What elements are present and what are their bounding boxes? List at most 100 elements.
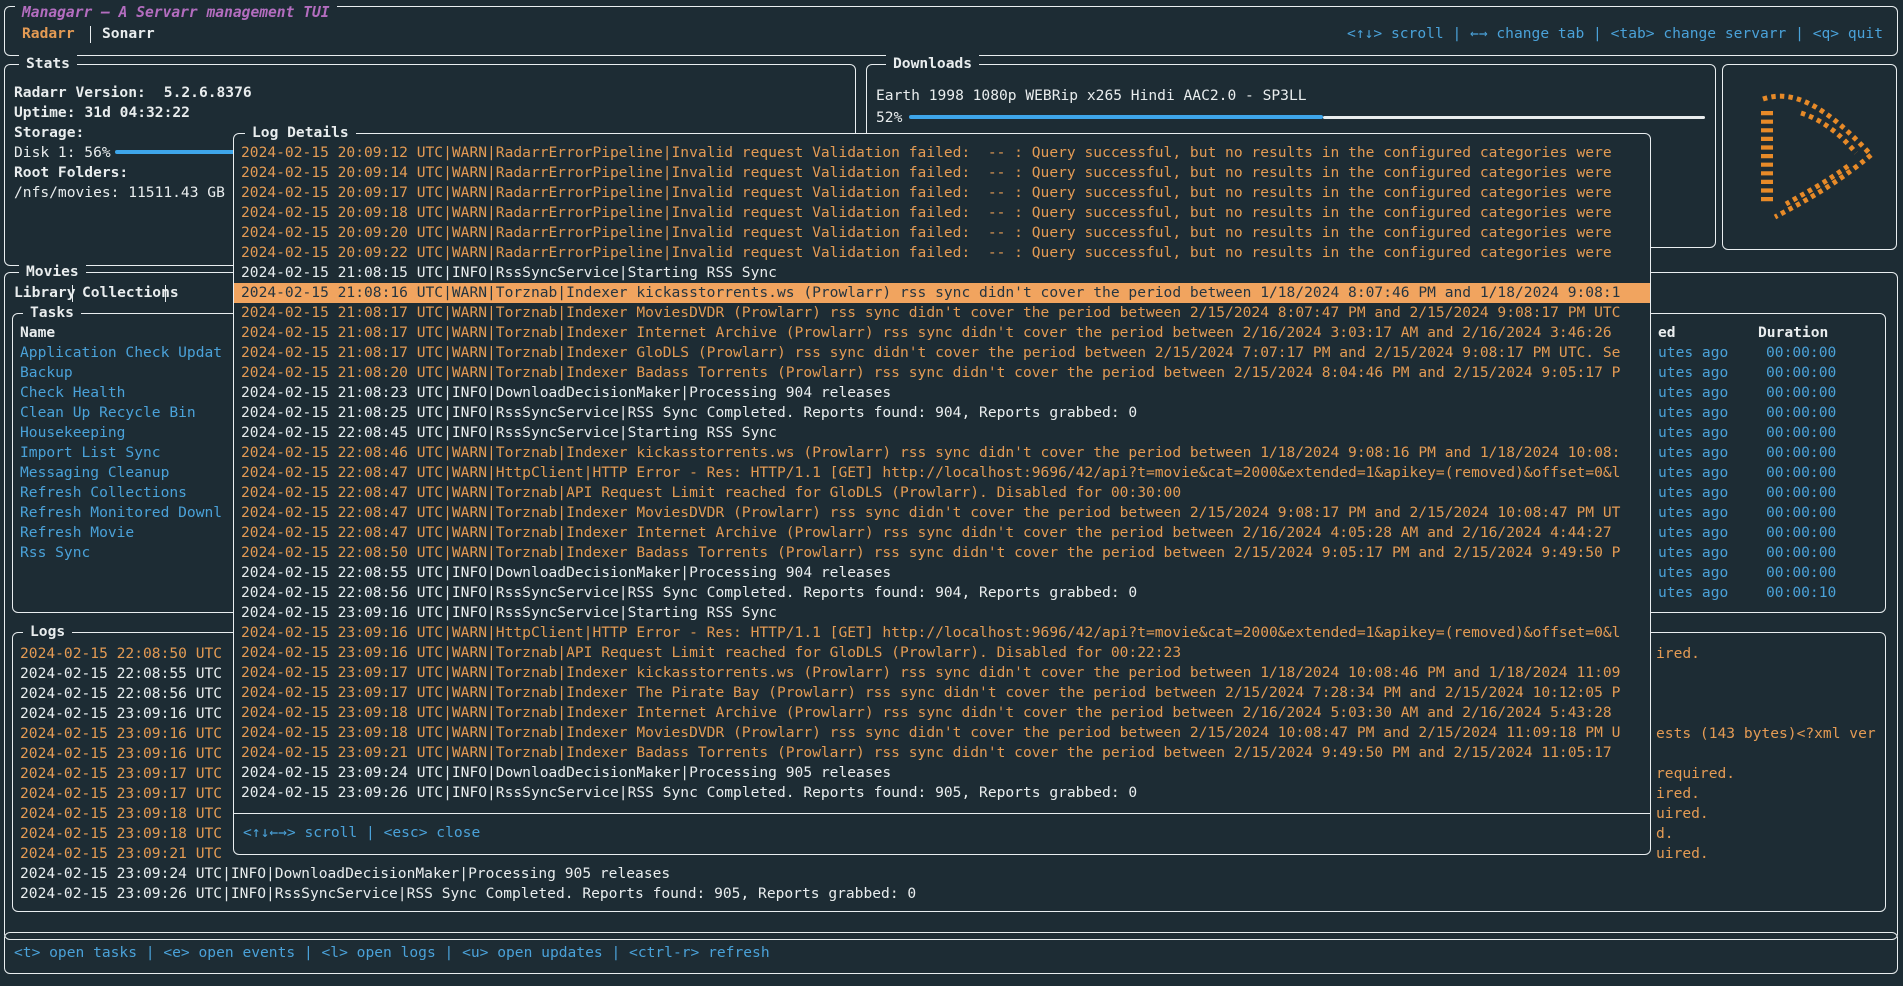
task-row-times[interactable]: utes ago00:00:00 (1658, 363, 1728, 383)
stats-version-label: Radarr Version: (14, 84, 146, 101)
log-detail-line[interactable]: 2024-02-15 21:08:17 UTC|WARN|Torznab|Ind… (241, 323, 1612, 343)
log-row[interactable]: 2024-02-15 22:08:50 UTC (20, 644, 222, 664)
tab-separator (90, 26, 91, 43)
log-row[interactable]: 2024-02-15 23:09:16 UTC (20, 744, 222, 764)
log-row[interactable]: 2024-02-15 23:09:16 UTC (20, 724, 222, 744)
task-row-times[interactable]: utes ago00:00:00 (1658, 383, 1728, 403)
tab-radarr[interactable]: Radarr (22, 24, 75, 44)
download-item-name[interactable]: Earth 1998 1080p WEBRip x265 Hindi AAC2.… (876, 86, 1307, 106)
task-row[interactable]: Refresh Movie (20, 523, 134, 543)
log-detail-line[interactable]: 2024-02-15 23:09:18 UTC|WARN|Torznab|Ind… (241, 703, 1612, 723)
log-row[interactable]: 2024-02-15 23:09:18 UTC (20, 804, 222, 824)
log-detail-line[interactable]: 2024-02-15 20:09:22 UTC|WARN|RadarrError… (241, 243, 1612, 263)
task-row-times[interactable]: utes ago00:00:00 (1658, 463, 1728, 483)
log-detail-line[interactable]: 2024-02-15 20:09:17 UTC|WARN|RadarrError… (241, 183, 1612, 203)
log-detail-line[interactable]: 2024-02-15 22:08:47 UTC|WARN|Torznab|API… (241, 483, 1181, 503)
log-detail-line[interactable]: 2024-02-15 23:09:16 UTC|INFO|RssSyncServ… (241, 603, 777, 623)
task-row[interactable]: Application Check Updat (20, 343, 222, 363)
task-duration: 00:00:00 (1766, 483, 1836, 503)
task-row[interactable]: Refresh Monitored Downl (20, 503, 222, 523)
log-detail-line[interactable]: 2024-02-15 21:08:25 UTC|INFO|RssSyncServ… (241, 403, 1137, 423)
log-detail-line[interactable]: 2024-02-15 23:09:26 UTC|INFO|RssSyncServ… (241, 783, 1137, 803)
task-row-times[interactable]: utes ago00:00:00 (1658, 483, 1728, 503)
movies-tab-separator (72, 285, 73, 302)
task-row-times[interactable]: utes ago00:00:00 (1658, 523, 1728, 543)
task-row[interactable]: Backup (20, 363, 73, 383)
log-detail-line[interactable]: 2024-02-15 22:08:56 UTC|INFO|RssSyncServ… (241, 583, 1137, 603)
log-detail-line[interactable]: 2024-02-15 22:08:47 UTC|WARN|Torznab|Ind… (241, 523, 1612, 543)
bottom-keybind-help: <t> open tasks | <e> open events | <l> o… (14, 943, 770, 963)
log-detail-line[interactable]: 2024-02-15 20:09:14 UTC|WARN|RadarrError… (241, 163, 1612, 183)
log-row-fragment: ests (143 bytes)<?xml ver (1656, 724, 1876, 744)
log-detail-line[interactable]: 2024-02-15 22:08:46 UTC|WARN|Torznab|Ind… (241, 443, 1620, 463)
tasks-duration-header: Duration (1758, 323, 1828, 343)
task-duration: 00:00:00 (1766, 543, 1836, 563)
log-detail-line[interactable]: 2024-02-15 22:08:45 UTC|INFO|RssSyncServ… (241, 423, 777, 443)
log-detail-line[interactable]: 2024-02-15 21:08:23 UTC|INFO|DownloadDec… (241, 383, 891, 403)
log-detail-line[interactable]: 2024-02-15 23:09:24 UTC|INFO|DownloadDec… (241, 763, 891, 783)
log-row-fragment: ired. (1656, 784, 1700, 804)
task-row-times[interactable]: utes ago00:00:00 (1658, 443, 1728, 463)
task-row-times[interactable]: utes ago00:00:10 (1658, 583, 1728, 603)
log-detail-line[interactable]: 2024-02-15 20:09:20 UTC|WARN|RadarrError… (241, 223, 1612, 243)
log-detail-line[interactable]: 2024-02-15 23:09:16 UTC|WARN|Torznab|API… (241, 643, 1181, 663)
log-detail-line[interactable]: 2024-02-15 21:08:17 UTC|WARN|Torznab|Ind… (241, 303, 1620, 323)
task-last-execution: utes ago (1658, 444, 1728, 461)
log-detail-line[interactable]: 2024-02-15 20:09:18 UTC|WARN|RadarrError… (241, 203, 1612, 223)
task-duration: 00:00:00 (1766, 383, 1836, 403)
task-duration: 00:00:00 (1766, 363, 1836, 383)
tasks-name-header: Name (20, 323, 55, 343)
tab-sonarr[interactable]: Sonarr (102, 24, 155, 44)
log-detail-line[interactable]: 2024-02-15 23:09:16 UTC|WARN|HttpClient|… (241, 623, 1620, 643)
log-detail-line-selected[interactable]: 2024-02-15 21:08:16 UTC|WARN|Torznab|Ind… (234, 283, 1650, 303)
log-row[interactable]: 2024-02-15 23:09:16 UTC (20, 704, 222, 724)
log-row[interactable]: 2024-02-15 22:08:55 UTC (20, 664, 222, 684)
stats-title: Stats (19, 54, 77, 74)
log-row[interactable]: 2024-02-15 23:09:17 UTC (20, 764, 222, 784)
task-last-execution: utes ago (1658, 404, 1728, 421)
log-detail-line[interactable]: 2024-02-15 23:09:17 UTC|WARN|Torznab|Ind… (241, 663, 1620, 683)
task-row[interactable]: Housekeeping (20, 423, 125, 443)
task-last-execution: utes ago (1658, 504, 1728, 521)
radarr-logo-icon (1723, 65, 1896, 249)
log-row[interactable]: 2024-02-15 23:09:24 UTC|INFO|DownloadDec… (20, 864, 670, 884)
log-row[interactable]: 2024-02-15 23:09:17 UTC (20, 784, 222, 804)
log-row-fragment: required. (1656, 764, 1735, 784)
task-row-times[interactable]: utes ago00:00:00 (1658, 503, 1728, 523)
task-row[interactable]: Refresh Collections (20, 483, 187, 503)
task-row[interactable]: Check Health (20, 383, 125, 403)
log-detail-line[interactable]: 2024-02-15 23:09:18 UTC|WARN|Torznab|Ind… (241, 723, 1620, 743)
task-row[interactable]: Clean Up Recycle Bin (20, 403, 196, 423)
task-row-times[interactable]: utes ago00:00:00 (1658, 423, 1728, 443)
task-row-times[interactable]: utes ago00:00:00 (1658, 543, 1728, 563)
task-row[interactable]: Rss Sync (20, 543, 90, 563)
log-detail-line[interactable]: 2024-02-15 23:09:21 UTC|WARN|Torznab|Ind… (241, 743, 1612, 763)
log-detail-line[interactable]: 2024-02-15 20:09:12 UTC|WARN|RadarrError… (241, 143, 1612, 163)
log-detail-line[interactable]: 2024-02-15 22:08:55 UTC|INFO|DownloadDec… (241, 563, 891, 583)
log-detail-line[interactable]: 2024-02-15 21:08:20 UTC|WARN|Torznab|Ind… (241, 363, 1620, 383)
header-keybind-help: <↑↓> scroll | ←→ change tab | <tab> chan… (1347, 24, 1883, 44)
task-duration: 00:00:00 (1766, 343, 1836, 363)
task-last-execution: utes ago (1658, 364, 1728, 381)
log-row[interactable]: 2024-02-15 22:08:56 UTC (20, 684, 222, 704)
app-root: Managarr — A Servarr management TUI Rada… (0, 0, 1903, 986)
task-row-times[interactable]: utes ago00:00:00 (1658, 343, 1728, 363)
task-row-times[interactable]: utes ago00:00:00 (1658, 563, 1728, 583)
log-detail-line[interactable]: 2024-02-15 22:08:47 UTC|WARN|HttpClient|… (241, 463, 1620, 483)
log-row[interactable]: 2024-02-15 23:09:26 UTC|INFO|RssSyncServ… (20, 884, 916, 904)
log-detail-line[interactable]: 2024-02-15 23:09:17 UTC|WARN|Torznab|Ind… (241, 683, 1620, 703)
root-folder-value: /nfs/movies: 11511.43 GB (14, 183, 225, 203)
stats-uptime-value: 31d 04:32:22 (85, 104, 190, 121)
task-row-times[interactable]: utes ago00:00:00 (1658, 403, 1728, 423)
log-detail-line[interactable]: 2024-02-15 21:08:15 UTC|INFO|RssSyncServ… (241, 263, 777, 283)
task-row[interactable]: Import List Sync (20, 443, 161, 463)
task-last-execution: utes ago (1658, 544, 1728, 561)
log-detail-line[interactable]: 2024-02-15 22:08:50 UTC|WARN|Torznab|Ind… (241, 543, 1620, 563)
tab-library[interactable]: Library (14, 283, 76, 303)
task-row[interactable]: Messaging Cleanup (20, 463, 169, 483)
log-detail-line[interactable]: 2024-02-15 22:08:47 UTC|WARN|Torznab|Ind… (241, 503, 1620, 523)
log-detail-line[interactable]: 2024-02-15 21:08:17 UTC|WARN|Torznab|Ind… (241, 343, 1620, 363)
logo-panel (1722, 64, 1897, 250)
log-row[interactable]: 2024-02-15 23:09:21 UTC (20, 844, 222, 864)
log-row[interactable]: 2024-02-15 23:09:18 UTC (20, 824, 222, 844)
